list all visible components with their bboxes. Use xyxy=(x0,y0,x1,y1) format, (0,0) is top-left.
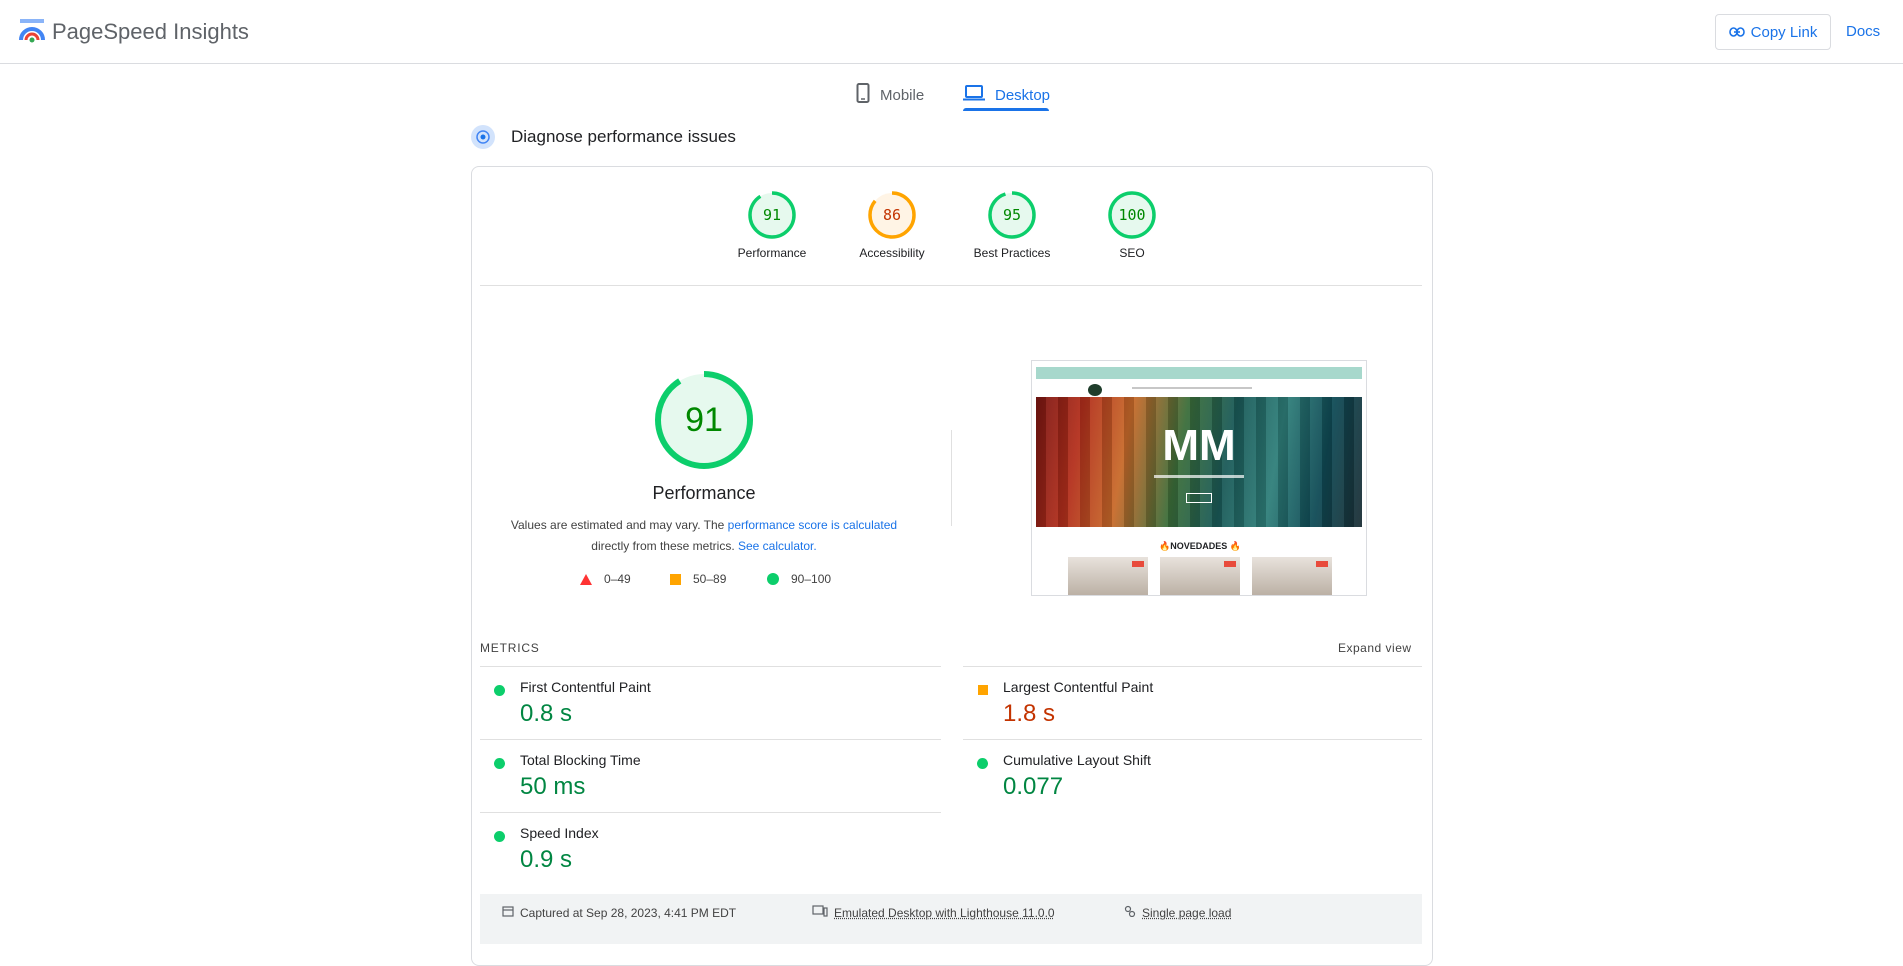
circle-icon xyxy=(767,573,779,585)
captured-info: Captured at Sep 28, 2023, 4:41 PM EDT xyxy=(502,905,736,920)
average-status-icon xyxy=(978,685,988,695)
note-text-1: Values are estimated and may vary. The xyxy=(510,518,728,532)
score-label: Accessibility xyxy=(859,246,925,260)
score-calculated-link[interactable]: performance score is calculated xyxy=(728,518,897,532)
metric-value: 1.8 s xyxy=(1003,700,1056,727)
metric-name: Total Blocking Time xyxy=(520,752,641,768)
laptop-icon xyxy=(963,85,985,105)
good-status-icon xyxy=(494,831,505,842)
metric-value: 0.8 s xyxy=(520,700,573,727)
performance-note: Values are estimated and may vary. The p… xyxy=(504,515,904,557)
score-gauge-accessibility[interactable]: 86 Accessibility xyxy=(832,190,952,260)
metric-value: 50 ms xyxy=(520,773,586,800)
performance-title: Performance xyxy=(652,483,756,503)
score-gauge-performance[interactable]: 91 Performance xyxy=(712,190,832,260)
legend-poor-label: 0–49 xyxy=(604,572,631,586)
score-value: 100 xyxy=(1118,206,1145,224)
score-value: 91 xyxy=(763,206,781,224)
brand-title[interactable]: PageSpeed Insights xyxy=(52,19,249,45)
score-gauge-seo[interactable]: 100 SEO xyxy=(1072,190,1192,260)
expand-view-button[interactable]: Expand view xyxy=(1338,641,1412,655)
score-gauge-ring: 86 xyxy=(868,191,916,239)
legend-average-label: 50–89 xyxy=(693,572,727,586)
thumb-hero: MM xyxy=(1036,397,1362,527)
page-load-icon xyxy=(1124,905,1136,920)
gauges-divider xyxy=(480,285,1422,286)
diagnose-icon xyxy=(471,125,495,149)
thumb-section-title: 🔥NOVEDADES 🔥 xyxy=(1159,541,1241,551)
thumb-topbar xyxy=(1036,367,1362,379)
copy-link-button[interactable]: Copy Link xyxy=(1715,14,1831,50)
square-icon xyxy=(670,573,681,585)
metric-name: First Contentful Paint xyxy=(520,679,651,695)
metric-value: 0.077 xyxy=(1003,773,1064,800)
score-value: 95 xyxy=(1003,206,1021,224)
score-label: Performance xyxy=(737,246,807,260)
active-tab-indicator xyxy=(963,108,1049,111)
pagespeed-logo-icon[interactable] xyxy=(18,18,46,44)
legend-good-label: 90–100 xyxy=(791,572,832,586)
thumb-nav-links xyxy=(1132,387,1252,389)
metric-divider xyxy=(480,812,941,813)
tab-mobile-label: Mobile xyxy=(880,86,925,104)
metric-name: Speed Index xyxy=(520,825,599,841)
good-status-icon xyxy=(977,758,988,769)
emulated-text: Emulated Desktop with Lighthouse 11.0.0 xyxy=(834,905,1055,920)
thumb-product xyxy=(1252,557,1332,595)
score-label: Best Practices xyxy=(973,246,1051,260)
note-text-2: directly from these metrics. xyxy=(591,539,738,553)
metric-divider xyxy=(963,666,1422,667)
captured-text: Captured at Sep 28, 2023, 4:41 PM EDT xyxy=(520,905,737,920)
legend-good: 90–100 xyxy=(767,572,831,586)
thumb-logo xyxy=(1088,384,1102,396)
tab-desktop[interactable]: Desktop xyxy=(963,78,1050,112)
score-gauge-ring: 100 xyxy=(1108,191,1156,239)
single-load-text: Single page load xyxy=(1142,905,1232,920)
performance-score: 91 xyxy=(685,401,723,439)
score-label: SEO xyxy=(1119,246,1145,260)
thumb-hero-text: MM xyxy=(1162,421,1236,470)
performance-gauge: 91 xyxy=(654,370,754,470)
legend-average: 50–89 xyxy=(670,572,726,586)
single-load-info[interactable]: Single page load xyxy=(1124,905,1231,920)
docs-link[interactable]: Docs xyxy=(1846,23,1880,40)
copy-link-label: Copy Link xyxy=(1750,23,1818,41)
score-gauge-ring: 91 xyxy=(748,191,796,239)
tab-desktop-label: Desktop xyxy=(995,86,1051,104)
tab-mobile[interactable]: Mobile xyxy=(856,78,924,112)
emulated-info[interactable]: Emulated Desktop with Lighthouse 11.0.0 xyxy=(812,905,1055,920)
good-status-icon xyxy=(494,758,505,769)
metrics-heading: METRICS xyxy=(480,641,540,655)
metric-name: Cumulative Layout Shift xyxy=(1003,752,1151,768)
section-divider xyxy=(951,430,952,526)
thumb-product xyxy=(1160,557,1240,595)
thumb-hero-button xyxy=(1186,493,1212,503)
metric-value: 0.9 s xyxy=(520,846,573,873)
metric-divider xyxy=(963,739,1422,740)
page-screenshot-thumbnail[interactable]: MM 🔥NOVEDADES 🔥 xyxy=(1031,360,1367,596)
score-gauge-ring: 95 xyxy=(988,191,1036,239)
phone-icon xyxy=(856,83,870,107)
score-gauge-best-practices[interactable]: 95 Best Practices xyxy=(952,190,1072,260)
score-value: 86 xyxy=(883,206,901,224)
triangle-icon xyxy=(580,573,592,585)
diagnose-title: Diagnose performance issues xyxy=(511,127,736,146)
good-status-icon xyxy=(494,685,505,696)
thumb-product xyxy=(1068,557,1148,595)
metric-divider xyxy=(480,666,941,667)
desktop-device-icon xyxy=(812,905,828,920)
thumb-hero-subtitle xyxy=(1154,475,1244,478)
top-header: PageSpeed Insights Copy Link Docs xyxy=(0,0,1903,64)
calendar-icon xyxy=(502,905,514,920)
link-icon xyxy=(1728,24,1745,41)
metric-name: Largest Contentful Paint xyxy=(1003,679,1154,695)
see-calculator-link[interactable]: See calculator. xyxy=(738,539,817,553)
metric-divider xyxy=(480,739,941,740)
legend-poor: 0–49 xyxy=(580,572,631,586)
